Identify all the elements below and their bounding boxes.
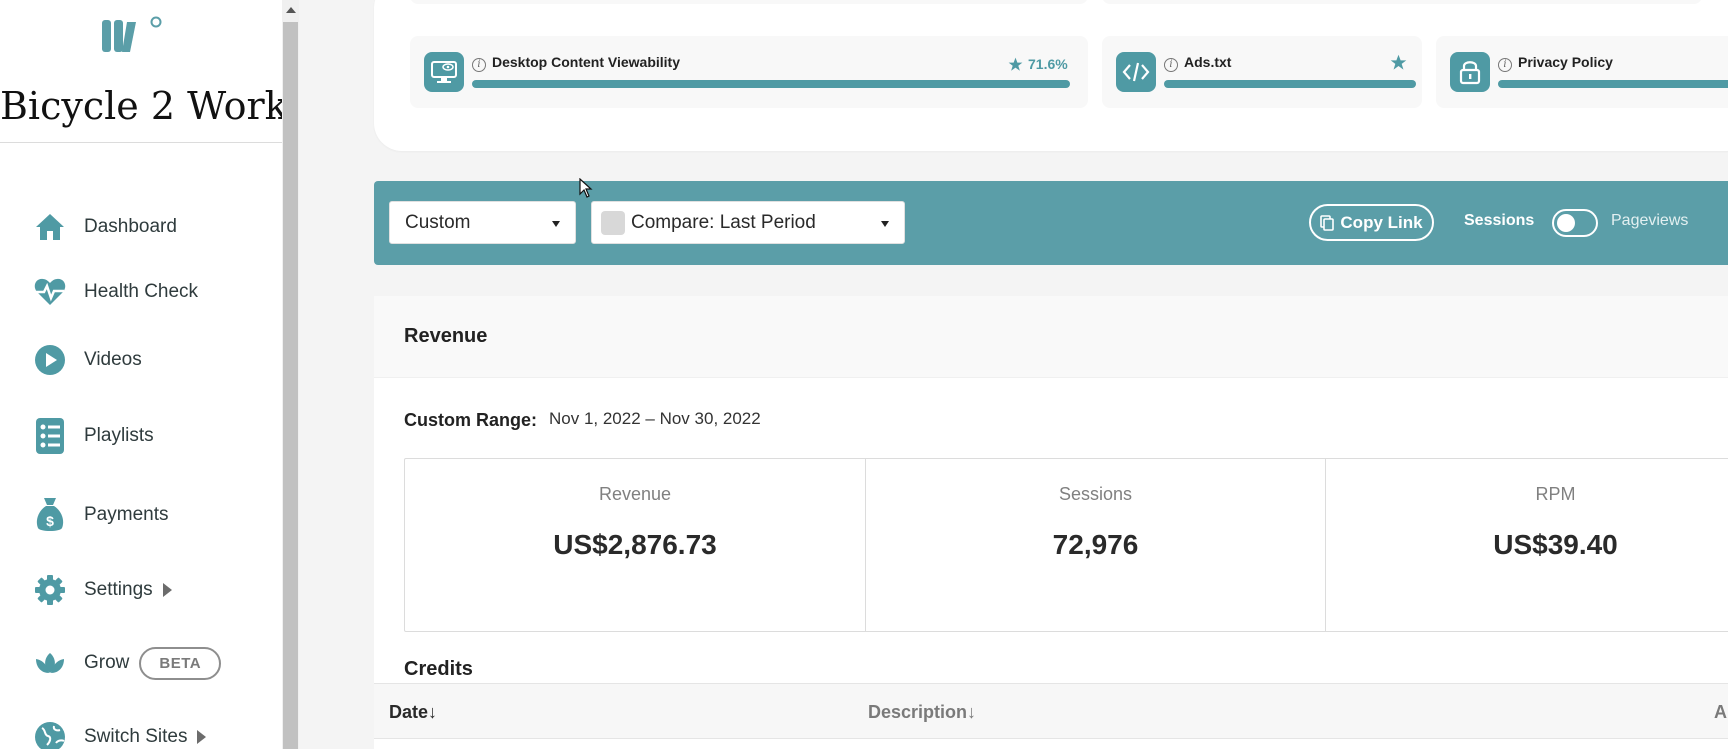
scroll-thumb[interactable] <box>283 22 298 749</box>
nav-item-payments[interactable]: $ Payments <box>32 493 168 537</box>
nav-label: Switch Sites <box>84 726 188 747</box>
stat-label: RPM <box>1535 484 1576 504</box>
health-card-desktop-viewability[interactable]: i Desktop Content Viewability 71.6% <box>410 36 1088 108</box>
column-label: Date <box>389 702 429 722</box>
brand-logo <box>102 16 162 52</box>
nav-label: Playlists <box>84 425 154 446</box>
nav-label: Dashboard <box>84 216 177 237</box>
heartbeat-icon <box>32 274 68 310</box>
sidebar: Bicycle 2 Work Dashboard Health Check Vi… <box>0 0 288 749</box>
beta-badge: BETA <box>139 646 222 680</box>
toggle-knob <box>1557 214 1575 232</box>
nav-label: Videos <box>84 349 142 370</box>
health-score: 71.6% <box>1008 56 1068 72</box>
score-bar <box>1164 80 1416 88</box>
info-icon[interactable]: i <box>472 58 486 72</box>
health-card-label: Desktop Content Viewability <box>492 54 680 70</box>
caret-right-icon <box>197 730 207 744</box>
copy-link-button[interactable]: Copy Link <box>1309 204 1434 241</box>
filter-bar: Custom Compare: Last Period Copy Link Se… <box>374 181 1728 265</box>
globe-icon <box>32 719 68 749</box>
revenue-title: Revenue <box>404 325 488 347</box>
stat-value: US$39.40 <box>1493 529 1618 560</box>
lock-icon <box>1450 52 1490 92</box>
stats-summary: Revenue US$2,876.73 Sessions 72,976 RPM … <box>404 458 1728 632</box>
nav-item-settings[interactable]: Settings <box>32 568 172 612</box>
divider <box>0 142 282 143</box>
monitor-eye-icon <box>424 52 464 92</box>
health-card-label: Privacy Policy <box>1518 54 1613 70</box>
info-icon[interactable]: i <box>1498 58 1512 72</box>
stat-value: 72,976 <box>1052 529 1139 560</box>
nav-item-videos[interactable]: Videos <box>32 338 142 382</box>
list-icon <box>32 418 68 454</box>
date-range-select[interactable]: Custom <box>389 201 576 244</box>
range-label: Custom Range: <box>404 410 538 430</box>
date-range-value: Custom <box>405 211 471 233</box>
info-icon[interactable]: i <box>1164 58 1178 72</box>
column-header-amount[interactable]: A <box>1714 702 1727 723</box>
nav-label: Health Check <box>84 281 199 302</box>
health-check-panel: i Desktop Content Viewability 71.6% i Ad… <box>374 0 1728 151</box>
nav-label: Grow <box>84 652 130 673</box>
health-score-value: 71.6% <box>1028 56 1068 72</box>
star-icon <box>1390 54 1407 70</box>
revenue-header: Revenue <box>374 296 1728 378</box>
sort-arrow-icon: ↓ <box>428 702 438 722</box>
score-bar <box>472 80 1070 88</box>
nav-label: Payments <box>84 504 169 525</box>
site-name: Bicycle 2 Work <box>0 84 288 128</box>
sessions-label: Sessions <box>1464 212 1535 229</box>
score-bar <box>1498 80 1728 88</box>
nav-label: Settings <box>84 579 153 600</box>
star-icon <box>1008 57 1023 71</box>
column-label: Description <box>868 702 968 722</box>
scroll-up-arrow-icon[interactable] <box>286 7 296 13</box>
nav-item-grow[interactable]: Grow BETA <box>32 641 222 685</box>
sort-arrow-icon: ↓ <box>967 702 977 722</box>
health-card-ads-txt[interactable]: i Ads.txt <box>1102 36 1422 108</box>
compare-checkbox[interactable] <box>601 210 625 235</box>
copy-icon <box>1320 214 1335 231</box>
compare-value: Compare: Last Period <box>631 211 816 233</box>
nav-item-dashboard[interactable]: Dashboard <box>32 205 177 249</box>
sidebar-scrollbar[interactable] <box>282 0 299 749</box>
pageviews-label: Pageviews <box>1611 212 1689 229</box>
range-value: Nov 1, 2022 – Nov 30, 2022 <box>549 409 761 428</box>
health-card-partial <box>410 0 1088 4</box>
stat-rpm: RPM US$39.40 <box>1325 459 1728 631</box>
health-card-label: Ads.txt <box>1184 54 1232 70</box>
home-icon <box>32 209 68 245</box>
credits-title: Credits <box>404 658 473 680</box>
play-circle-icon <box>32 342 68 378</box>
column-label: A <box>1714 702 1727 722</box>
svg-text:$: $ <box>46 513 54 529</box>
stat-sessions: Sessions 72,976 <box>865 459 1325 631</box>
dropdown-arrow-icon <box>881 221 889 227</box>
stat-value: US$2,876.73 <box>553 529 717 560</box>
money-bag-icon: $ <box>32 497 68 533</box>
leaves-icon <box>32 645 68 681</box>
caret-right-icon <box>162 583 172 597</box>
column-header-description[interactable]: Description↓ <box>868 702 976 723</box>
stat-label: Sessions <box>1058 484 1133 504</box>
mouse-cursor-icon <box>579 178 593 198</box>
health-card-privacy-policy[interactable]: i Privacy Policy <box>1436 36 1728 108</box>
stat-label: Revenue <box>598 484 672 504</box>
gear-icon <box>32 572 68 608</box>
nav-item-health-check[interactable]: Health Check <box>32 270 198 314</box>
sessions-pageviews-toggle[interactable] <box>1552 209 1598 237</box>
nav-item-playlists[interactable]: Playlists <box>32 414 154 458</box>
compare-select[interactable]: Compare: Last Period <box>591 201 905 244</box>
copy-link-label: Copy Link <box>1340 212 1423 232</box>
column-header-date[interactable]: Date↓ <box>389 702 437 723</box>
health-card-partial <box>1102 0 1702 4</box>
dropdown-arrow-icon <box>552 221 560 227</box>
nav-item-switch-sites[interactable]: Switch Sites <box>32 715 207 749</box>
stat-revenue: Revenue US$2,876.73 <box>405 459 865 631</box>
code-icon <box>1116 52 1156 92</box>
credits-table-header: Date↓ Description↓ A <box>374 683 1728 739</box>
revenue-panel: Revenue Custom Range: Nov 1, 2022 – Nov … <box>374 296 1728 749</box>
